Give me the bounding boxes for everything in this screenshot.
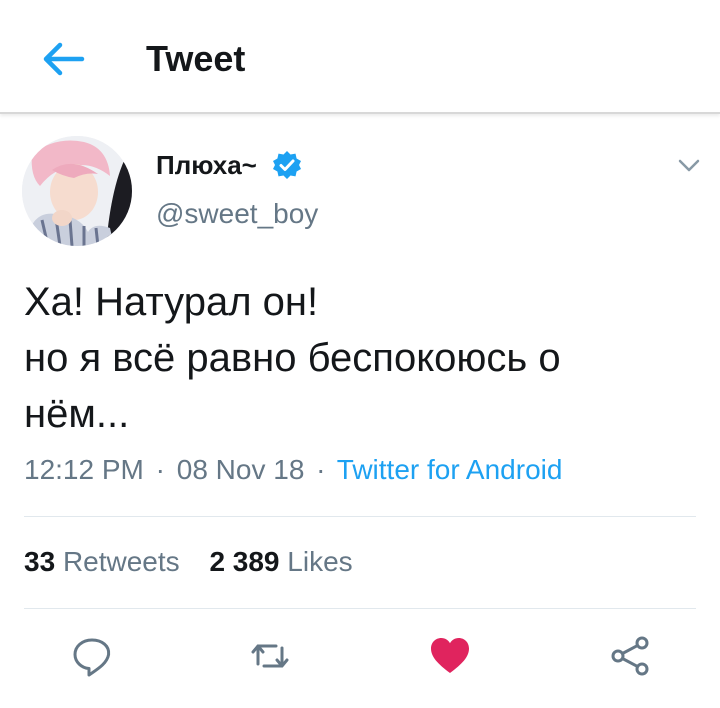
tweet-menu-button[interactable] <box>674 150 704 180</box>
divider <box>24 516 696 517</box>
tweet-text: Ха! Натурал он! но я всё равно беспокоюс… <box>24 274 694 442</box>
tweet-stats: 33 Retweets 2 389 Likes <box>24 546 353 578</box>
back-arrow-icon <box>43 42 85 76</box>
divider <box>24 608 696 609</box>
avatar[interactable] <box>22 136 132 246</box>
verified-badge-icon <box>272 150 302 180</box>
share-icon <box>611 636 649 676</box>
tweet-text-line: нём... <box>24 392 130 436</box>
tweet-text-line: но я всё равно беспокоюсь о <box>24 336 561 380</box>
likes-label: Likes <box>287 546 353 577</box>
reply-button[interactable] <box>70 634 114 678</box>
user-handle[interactable]: @sweet_boy <box>156 198 318 230</box>
top-app-bar: Tweet <box>0 0 720 114</box>
chevron-down-icon <box>678 159 700 172</box>
tweet-meta: 12:12 PM · 08 Nov 18 · Twitter for Andro… <box>24 454 562 486</box>
meta-separator: · <box>155 454 165 485</box>
back-button[interactable] <box>36 34 92 84</box>
tweet-time: 12:12 PM <box>24 454 144 485</box>
retweet-button[interactable] <box>248 634 292 678</box>
like-button[interactable] <box>428 634 472 678</box>
tweet-date: 08 Nov 18 <box>176 454 305 485</box>
retweets-label: Retweets <box>62 546 180 577</box>
meta-separator: · <box>316 454 326 485</box>
reply-icon <box>73 638 111 677</box>
likes-count: 2 389 <box>209 546 280 577</box>
share-button[interactable] <box>608 634 652 678</box>
display-name[interactable]: Плюха~ <box>156 150 257 181</box>
page-title: Tweet <box>146 38 246 79</box>
tweet-source-link[interactable]: Twitter for Android <box>337 454 563 485</box>
retweets-count: 33 <box>24 546 56 577</box>
likes-stat[interactable]: 2 389 Likes <box>209 546 352 577</box>
retweet-icon <box>251 644 289 668</box>
retweets-stat[interactable]: 33 Retweets <box>24 546 180 577</box>
heart-icon <box>431 638 469 673</box>
avatar-image <box>22 136 132 246</box>
tweet-text-line: Ха! Натурал он! <box>24 280 319 324</box>
